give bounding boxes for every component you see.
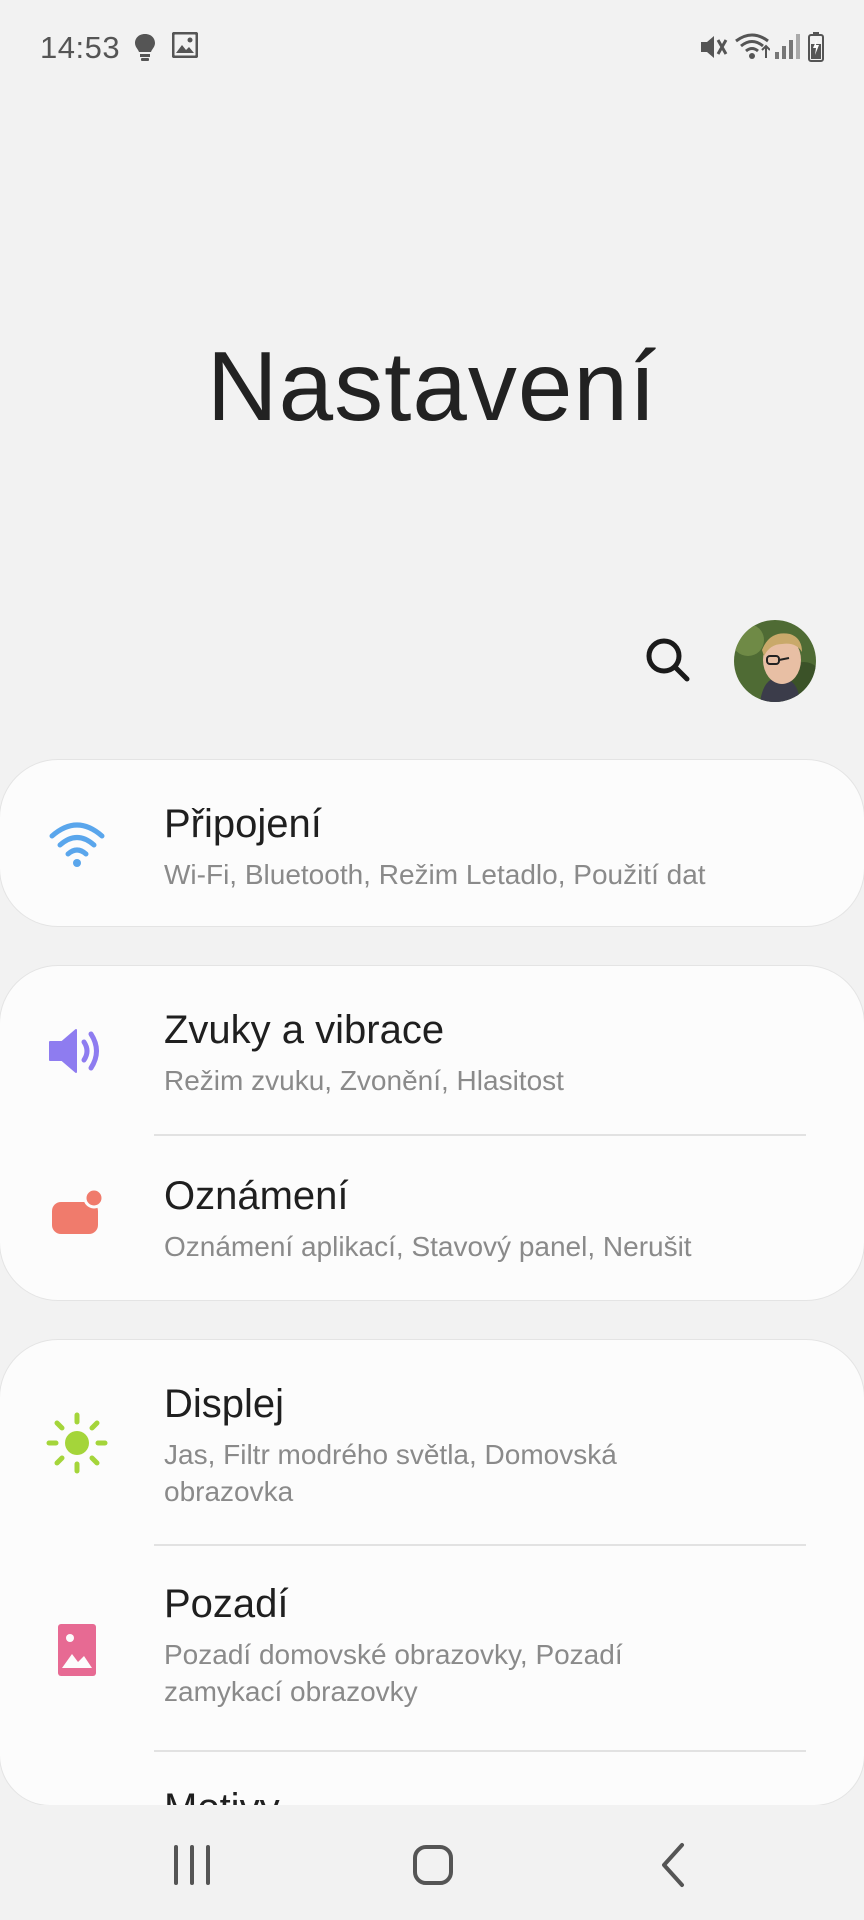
- speaker-icon: [49, 1029, 99, 1073]
- signal-icon: [775, 34, 800, 59]
- notification-icon: [52, 1187, 105, 1234]
- settings-item-connections[interactable]: Připojení Wi-Fi, Bluetooth, Režim Letadl…: [0, 760, 864, 926]
- item-title: Připojení: [164, 802, 322, 846]
- navigation-bar: [0, 1805, 864, 1920]
- search-icon[interactable]: [640, 632, 696, 688]
- profile-avatar[interactable]: [734, 620, 816, 702]
- item-title: Zvuky a vibrace: [164, 1008, 445, 1052]
- card-connections: Připojení Wi-Fi, Bluetooth, Režim Letadl…: [0, 760, 864, 926]
- item-title: Displej: [164, 1382, 285, 1426]
- item-subtitle: Oznámení aplikací, Stavový panel, Neruši…: [164, 1231, 692, 1262]
- wifi-icon: [735, 33, 770, 59]
- mute-vibrate-icon: [701, 36, 728, 58]
- item-title: Oznámení: [164, 1174, 349, 1218]
- settings-item-display[interactable]: Displej Jas, Filtr modrého světla, Domov…: [0, 1340, 864, 1544]
- settings-item-wallpaper[interactable]: Pozadí Pozadí domovské obrazovky, Pozadí…: [0, 1546, 864, 1750]
- item-subtitle: Pozadí domovské obrazovky, Pozadí zamyka…: [164, 1639, 623, 1707]
- card-sound-notifications: Zvuky a vibrace Režim zvuku, Zvonění, Hl…: [0, 966, 864, 1300]
- wallpaper-icon: [58, 1624, 96, 1676]
- item-subtitle: Wi-Fi, Bluetooth, Režim Letadlo, Použití…: [164, 859, 706, 890]
- settings-item-sounds[interactable]: Zvuky a vibrace Režim zvuku, Zvonění, Hl…: [0, 966, 864, 1134]
- item-subtitle: Jas, Filtr modrého světla, Domovská obra…: [164, 1439, 617, 1507]
- home-icon[interactable]: [403, 1835, 463, 1895]
- status-time: 14:53: [40, 30, 121, 65]
- card-display: Displej Jas, Filtr modrého světla, Domov…: [0, 1340, 864, 1805]
- bulb-icon: [135, 34, 155, 61]
- wifi-icon: [49, 822, 105, 867]
- page-title: Nastavení: [206, 331, 658, 441]
- item-subtitle: Režim zvuku, Zvonění, Hlasitost: [164, 1065, 564, 1096]
- sun-icon: [46, 1412, 108, 1474]
- image-icon: [172, 32, 198, 58]
- settings-item-notifications[interactable]: Oznámení Oznámení aplikací, Stavový pane…: [0, 1136, 864, 1300]
- settings-item-themes[interactable]: Motivy: [0, 1752, 864, 1805]
- back-icon[interactable]: [644, 1835, 704, 1895]
- item-title: Motivy: [164, 1786, 280, 1805]
- status-bar: 14:53: [0, 0, 864, 100]
- recent-apps-icon[interactable]: [162, 1835, 222, 1895]
- battery-icon: [808, 32, 824, 62]
- item-title: Pozadí: [164, 1582, 289, 1626]
